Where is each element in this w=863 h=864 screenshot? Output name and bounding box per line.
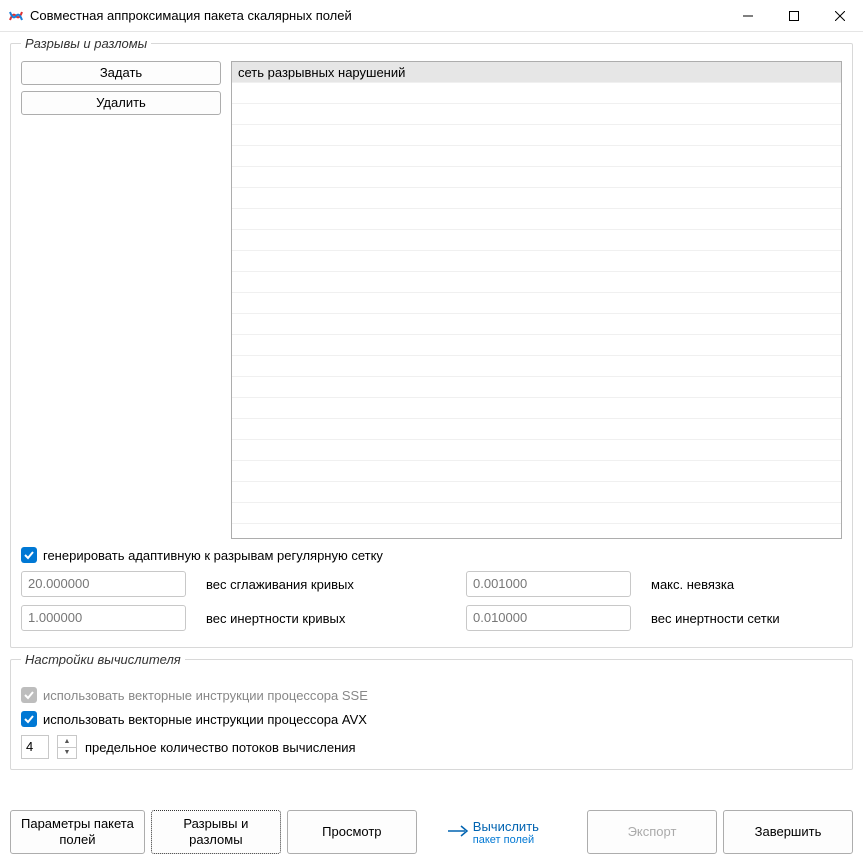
list-item[interactable] <box>232 419 841 440</box>
smoothing-weight-input[interactable]: 20.000000 <box>21 571 186 597</box>
list-item[interactable] <box>232 440 841 461</box>
titlebar: Совместная аппроксимация пакета скалярны… <box>0 0 863 32</box>
max-residual-input[interactable]: 0.001000 <box>466 571 631 597</box>
list-item[interactable] <box>232 146 841 167</box>
app-icon <box>8 8 24 24</box>
max-residual-label: макс. невязка <box>651 577 842 592</box>
preview-button[interactable]: Просмотр <box>287 810 417 854</box>
maximize-button[interactable] <box>771 0 817 31</box>
grid-inertia-input[interactable]: 0.010000 <box>466 605 631 631</box>
list-item[interactable] <box>232 503 841 524</box>
faults-tab-button[interactable]: Разрывы и разломы <box>151 810 281 854</box>
list-item[interactable] <box>232 167 841 188</box>
export-button: Экспорт <box>587 810 717 854</box>
list-item[interactable] <box>232 125 841 146</box>
list-item[interactable] <box>232 356 841 377</box>
list-item[interactable] <box>232 482 841 503</box>
list-item[interactable] <box>232 83 841 104</box>
arrow-right-icon <box>447 824 469 841</box>
faults-fieldset: Разрывы и разломы Задать Удалить сеть ра… <box>10 36 853 648</box>
close-button[interactable] <box>817 0 863 31</box>
list-item[interactable] <box>232 461 841 482</box>
faults-listbox[interactable]: сеть разрывных нарушений <box>231 61 842 539</box>
list-item[interactable] <box>232 251 841 272</box>
avx-checkbox[interactable] <box>21 711 37 727</box>
delete-button[interactable]: Удалить <box>21 91 221 115</box>
compute-sublabel: пакет полей <box>473 834 534 846</box>
finish-button[interactable]: Завершить <box>723 810 853 854</box>
computer-legend: Настройки вычислителя <box>21 652 185 667</box>
smoothing-weight-label: вес сглаживания кривых <box>206 577 446 592</box>
bottom-toolbar: Параметры пакета полей Разрывы и разломы… <box>10 802 853 854</box>
spin-down-icon[interactable]: ▼ <box>58 748 76 759</box>
adaptive-grid-checkbox[interactable] <box>21 547 37 563</box>
computer-fieldset: Настройки вычислителя использовать векто… <box>10 652 853 770</box>
field-params-button[interactable]: Параметры пакета полей <box>10 810 145 854</box>
curve-inertia-label: вес инертности кривых <box>206 611 446 626</box>
faults-legend: Разрывы и разломы <box>21 36 151 51</box>
list-item[interactable]: сеть разрывных нарушений <box>232 62 841 83</box>
list-item[interactable] <box>232 398 841 419</box>
window-title: Совместная аппроксимация пакета скалярны… <box>30 8 725 23</box>
threads-input[interactable]: 4 <box>21 735 49 759</box>
list-item[interactable] <box>232 314 841 335</box>
list-item[interactable] <box>232 230 841 251</box>
threads-spinner[interactable]: ▲ ▼ <box>57 735 77 759</box>
list-item[interactable] <box>232 293 841 314</box>
set-button[interactable]: Задать <box>21 61 221 85</box>
compute-label: Вычислить <box>473 819 539 834</box>
avx-label: использовать векторные инструкции процес… <box>43 712 367 727</box>
list-item[interactable] <box>232 377 841 398</box>
threads-label: предельное количество потоков вычисления <box>85 740 356 755</box>
adaptive-grid-checkbox-row[interactable]: генерировать адаптивную к разрывам регул… <box>21 547 842 563</box>
sse-label: использовать векторные инструкции процес… <box>43 688 368 703</box>
avx-checkbox-row[interactable]: использовать векторные инструкции процес… <box>21 711 842 727</box>
adaptive-grid-label: генерировать адаптивную к разрывам регул… <box>43 548 383 563</box>
list-item[interactable] <box>232 335 841 356</box>
window-controls <box>725 0 863 31</box>
minimize-button[interactable] <box>725 0 771 31</box>
list-item[interactable] <box>232 188 841 209</box>
sse-checkbox <box>21 687 37 703</box>
compute-button[interactable]: Вычислить пакет полей <box>423 810 563 854</box>
grid-inertia-label: вес инертности сетки <box>651 611 842 626</box>
list-item[interactable] <box>232 104 841 125</box>
curve-inertia-input[interactable]: 1.000000 <box>21 605 186 631</box>
list-item[interactable] <box>232 272 841 293</box>
spin-up-icon[interactable]: ▲ <box>58 736 76 748</box>
sse-checkbox-row: использовать векторные инструкции процес… <box>21 687 842 703</box>
list-item[interactable] <box>232 209 841 230</box>
